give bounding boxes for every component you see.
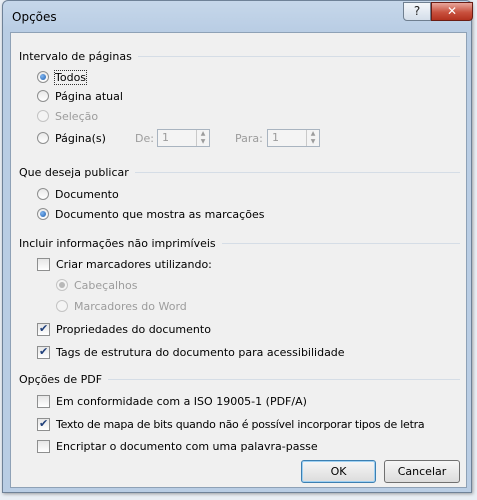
from-spinner: 1 ▲ ▼: [157, 129, 210, 147]
spin-down-icon: ▼: [310, 138, 316, 145]
radio-selection: Seleção: [37, 108, 98, 124]
from-label: De:: [135, 131, 154, 145]
close-icon: ✕: [446, 4, 458, 18]
close-button[interactable]: ✕: [431, 2, 473, 21]
radio-word-bookmarks: Marcadores do Word: [56, 298, 187, 314]
radio-current-page[interactable]: Página atual: [37, 88, 123, 104]
dialog-body: Intervalo de páginas Todos Página atual …: [10, 32, 467, 488]
cancel-button[interactable]: Cancelar: [384, 460, 460, 483]
checkbox-create-bookmarks[interactable]: Criar marcadores utilizando:: [37, 256, 212, 272]
spin-up-icon: ▲: [310, 130, 316, 137]
section-pdf: Opções de PDF: [19, 372, 460, 386]
to-label: Para:: [235, 131, 263, 145]
ok-button[interactable]: OK: [301, 460, 376, 483]
checkbox-encrypt[interactable]: Encriptar o documento com uma palavra-pa…: [37, 438, 318, 454]
help-icon: ?: [413, 4, 421, 18]
checkbox-structure-tags[interactable]: Tags de estrutura do documento para aces…: [37, 344, 345, 360]
radio-headings: Cabeçalhos: [56, 277, 137, 293]
options-dialog: Opções ? ✕ Intervalo de páginas Todos Pá…: [2, 0, 473, 493]
section-publish: Que deseja publicar: [19, 165, 460, 179]
checkbox-doc-properties[interactable]: Propriedades do documento: [37, 321, 211, 337]
spin-up-icon: ▲: [200, 130, 206, 137]
radio-pages[interactable]: Página(s) De: 1 ▲ ▼ Para: 1 ▲ ▼: [37, 129, 367, 147]
section-page-range: Intervalo de páginas: [19, 49, 460, 63]
spin-down-icon: ▼: [200, 138, 206, 145]
help-button[interactable]: ?: [403, 2, 431, 21]
to-spinner: 1 ▲ ▼: [267, 129, 320, 147]
radio-all-indicator[interactable]: [37, 71, 49, 83]
radio-all[interactable]: Todos: [37, 69, 88, 85]
checkbox-iso[interactable]: Em conformidade com a ISO 19005-1 (PDF/A…: [37, 393, 307, 409]
radio-document[interactable]: Documento: [37, 186, 119, 202]
radio-document-markup[interactable]: Documento que mostra as marcações: [37, 206, 264, 222]
checkbox-bitmap-text[interactable]: Texto de mapa de bits quando não é possí…: [37, 416, 425, 432]
dialog-title: Opções: [12, 10, 57, 24]
section-non-printing: Incluir informações não imprimíveis: [19, 236, 460, 250]
